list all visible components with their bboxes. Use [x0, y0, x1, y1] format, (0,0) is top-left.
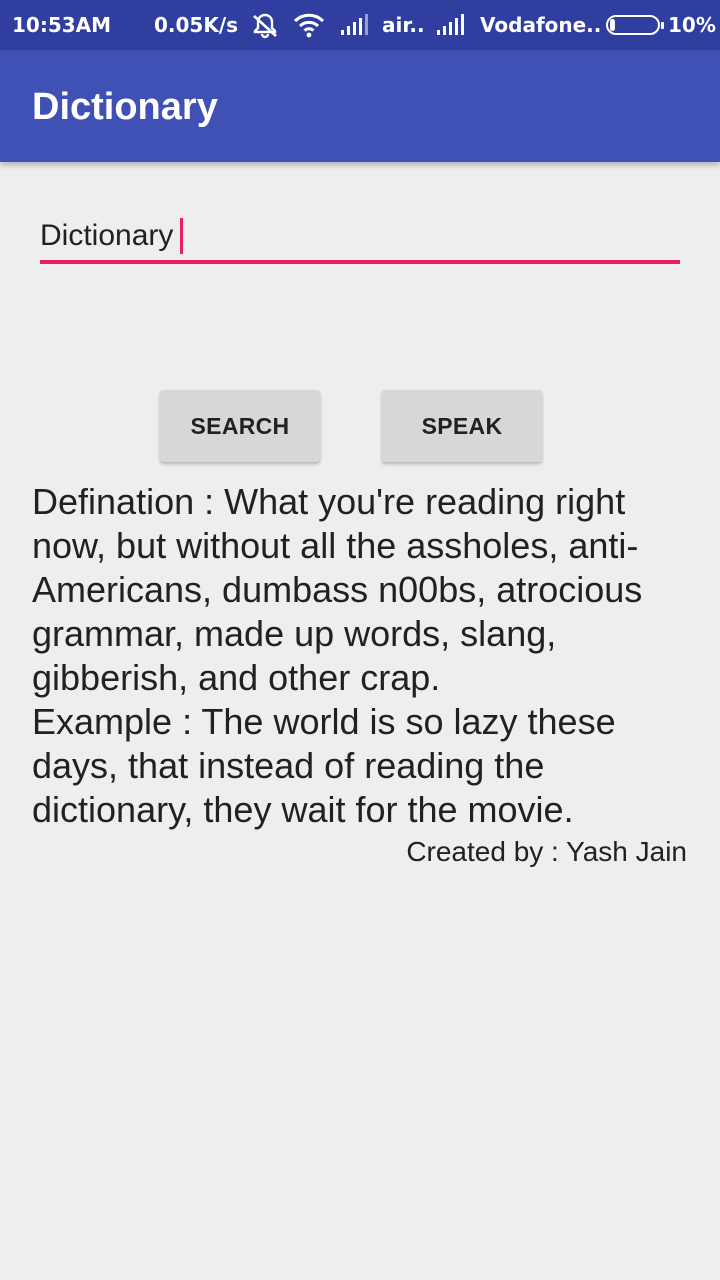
status-bar: 10:53AM 0.05K/s air.. Vodafone.. 10%: [0, 0, 720, 50]
app-bar: Dictionary: [0, 50, 720, 162]
speak-button[interactable]: SPEAK: [382, 390, 542, 462]
word-input[interactable]: Dictionary: [40, 218, 184, 254]
input-underline: [40, 260, 680, 264]
credit-text: Created by : Yash Jain: [406, 836, 687, 867]
search-button[interactable]: SEARCH: [160, 390, 320, 462]
wifi-icon: [292, 0, 326, 50]
signal-icon: [340, 0, 372, 50]
mute-icon: [250, 0, 280, 50]
signal-icon: [436, 0, 468, 50]
definition-text: Defination : What you're reading right n…: [32, 481, 643, 698]
status-time: 10:53AM: [12, 13, 112, 37]
example-text: Example : The world is so lazy these day…: [32, 701, 616, 830]
word-input-container[interactable]: Dictionary: [40, 212, 680, 264]
status-net-speed: 0.05K/s: [154, 13, 239, 37]
battery-percent: 10%: [668, 13, 716, 37]
carrier-1-label: air..: [382, 13, 425, 37]
battery-icon: [606, 0, 664, 50]
text-cursor: [180, 218, 184, 254]
definition-result: Defination : What you're reading right n…: [32, 480, 702, 832]
word-input-value: Dictionary: [40, 219, 174, 252]
app-title: Dictionary: [32, 86, 218, 128]
carrier-2-label: Vodafone..: [480, 13, 602, 37]
